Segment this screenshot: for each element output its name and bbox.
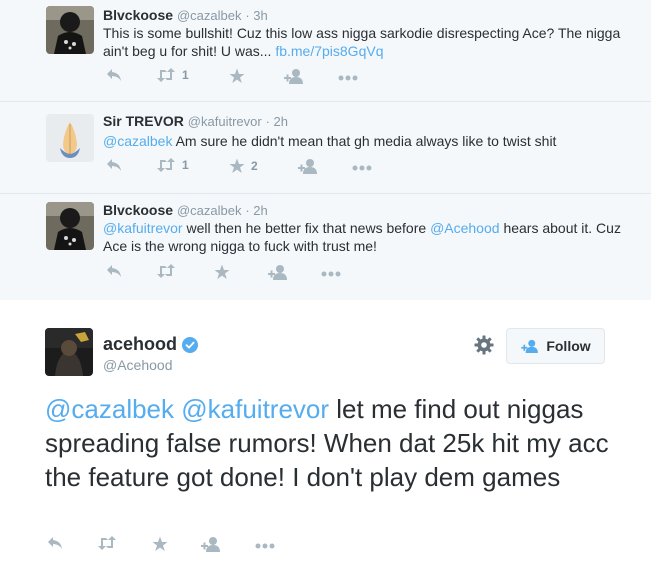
add-user-icon[interactable]	[201, 536, 221, 552]
more-icon[interactable]	[255, 543, 275, 549]
more-icon[interactable]	[321, 271, 341, 277]
retweet-icon	[157, 158, 175, 172]
timestamp[interactable]: · 3h	[245, 8, 267, 23]
main-tweet: acehood @Acehood Follow @cazalbek @kafui…	[0, 300, 651, 570]
reply-tweet-3[interactable]: Blvckoose @cazalbek · 2h @kafuitrevor we…	[0, 194, 651, 300]
tweet-text-body: Am sure he didn't mean that gh media alw…	[175, 133, 557, 149]
add-user-icon[interactable]	[298, 158, 318, 174]
reply-tweet-2[interactable]: Sir TREVOR @kafuitrevor · 2h @cazalbek A…	[0, 102, 651, 194]
tweet-link[interactable]: fb.me/7pis8GqVq	[275, 43, 383, 59]
star-icon[interactable]	[214, 264, 230, 280]
display-name-text[interactable]: acehood	[103, 334, 177, 355]
tweet-text: @cazalbek Am sure he didn't mean that gh…	[103, 132, 633, 150]
user-handle[interactable]: @Acehood	[103, 357, 172, 373]
star-icon	[229, 158, 245, 173]
follow-label: Follow	[546, 338, 591, 354]
timestamp[interactable]: · 2h	[266, 114, 288, 129]
verified-badge-icon	[182, 336, 199, 353]
reply-tweet-1[interactable]: Blvckoose @cazalbek · 3h This is some bu…	[0, 0, 651, 102]
add-user-icon	[521, 339, 539, 353]
retweet-button[interactable]: 1	[156, 158, 189, 172]
gear-icon[interactable]	[474, 335, 494, 355]
reply-icon[interactable]	[106, 68, 122, 82]
display-name[interactable]: Sir TREVOR	[103, 113, 184, 129]
display-name[interactable]: acehood	[103, 334, 199, 355]
tweet-header: Sir TREVOR @kafuitrevor · 2h	[103, 113, 288, 129]
mention-link[interactable]: @kafuitrevor	[103, 220, 183, 236]
favorite-button[interactable]: 2	[229, 158, 258, 174]
display-name[interactable]: Blvckoose	[103, 7, 173, 23]
tweet-actions: 1 2	[103, 158, 372, 178]
tweet-text: @cazalbek @kafuitrevor let me find out n…	[45, 392, 625, 494]
avatar[interactable]	[45, 328, 93, 376]
mention-link[interactable]: @cazalbek	[45, 394, 174, 424]
mention-link[interactable]: @cazalbek	[103, 133, 172, 149]
retweet-count: 1	[182, 68, 189, 82]
retweet-icon[interactable]	[97, 536, 117, 550]
tweet-actions: 1	[103, 68, 363, 88]
favorite-button[interactable]	[229, 68, 251, 84]
mention-link[interactable]: @kafuitrevor	[181, 394, 329, 424]
favorite-count: 2	[251, 159, 258, 173]
avatar[interactable]	[46, 114, 94, 162]
user-handle[interactable]: @cazalbek	[177, 203, 242, 218]
tweet-actions	[45, 536, 285, 556]
tweet-text-body: well then he better fix that news before	[186, 220, 427, 236]
retweet-button[interactable]: 1	[156, 68, 189, 82]
timestamp[interactable]: · 2h	[245, 203, 267, 218]
tweet-header: Blvckoose @cazalbek · 3h	[103, 7, 268, 23]
reply-thread: Blvckoose @cazalbek · 3h This is some bu…	[0, 0, 651, 300]
tweet-text: This is some bullshit! Cuz this low ass …	[103, 24, 633, 60]
more-icon[interactable]	[352, 165, 372, 171]
tweet-text: @kafuitrevor well then he better fix tha…	[103, 219, 633, 255]
follow-button[interactable]: Follow	[506, 328, 605, 364]
star-icon[interactable]	[152, 536, 168, 552]
reply-icon[interactable]	[106, 158, 122, 172]
retweet-icon	[157, 68, 175, 82]
tweet-actions	[103, 264, 363, 284]
user-handle[interactable]: @cazalbek	[177, 8, 242, 23]
add-user-icon[interactable]	[284, 68, 304, 84]
avatar[interactable]	[46, 6, 94, 54]
reply-icon[interactable]	[106, 264, 122, 278]
display-name[interactable]: Blvckoose	[103, 202, 173, 218]
star-icon	[229, 68, 245, 83]
avatar[interactable]	[46, 202, 94, 250]
reply-icon[interactable]	[47, 536, 63, 550]
tweet-header: Blvckoose @cazalbek · 2h	[103, 202, 268, 218]
user-handle[interactable]: @kafuitrevor	[188, 114, 262, 129]
mention-link[interactable]: @Acehood	[430, 220, 499, 236]
retweet-count: 1	[182, 158, 189, 172]
add-user-icon[interactable]	[268, 264, 288, 280]
more-icon[interactable]	[338, 75, 358, 81]
retweet-icon[interactable]	[156, 264, 176, 278]
